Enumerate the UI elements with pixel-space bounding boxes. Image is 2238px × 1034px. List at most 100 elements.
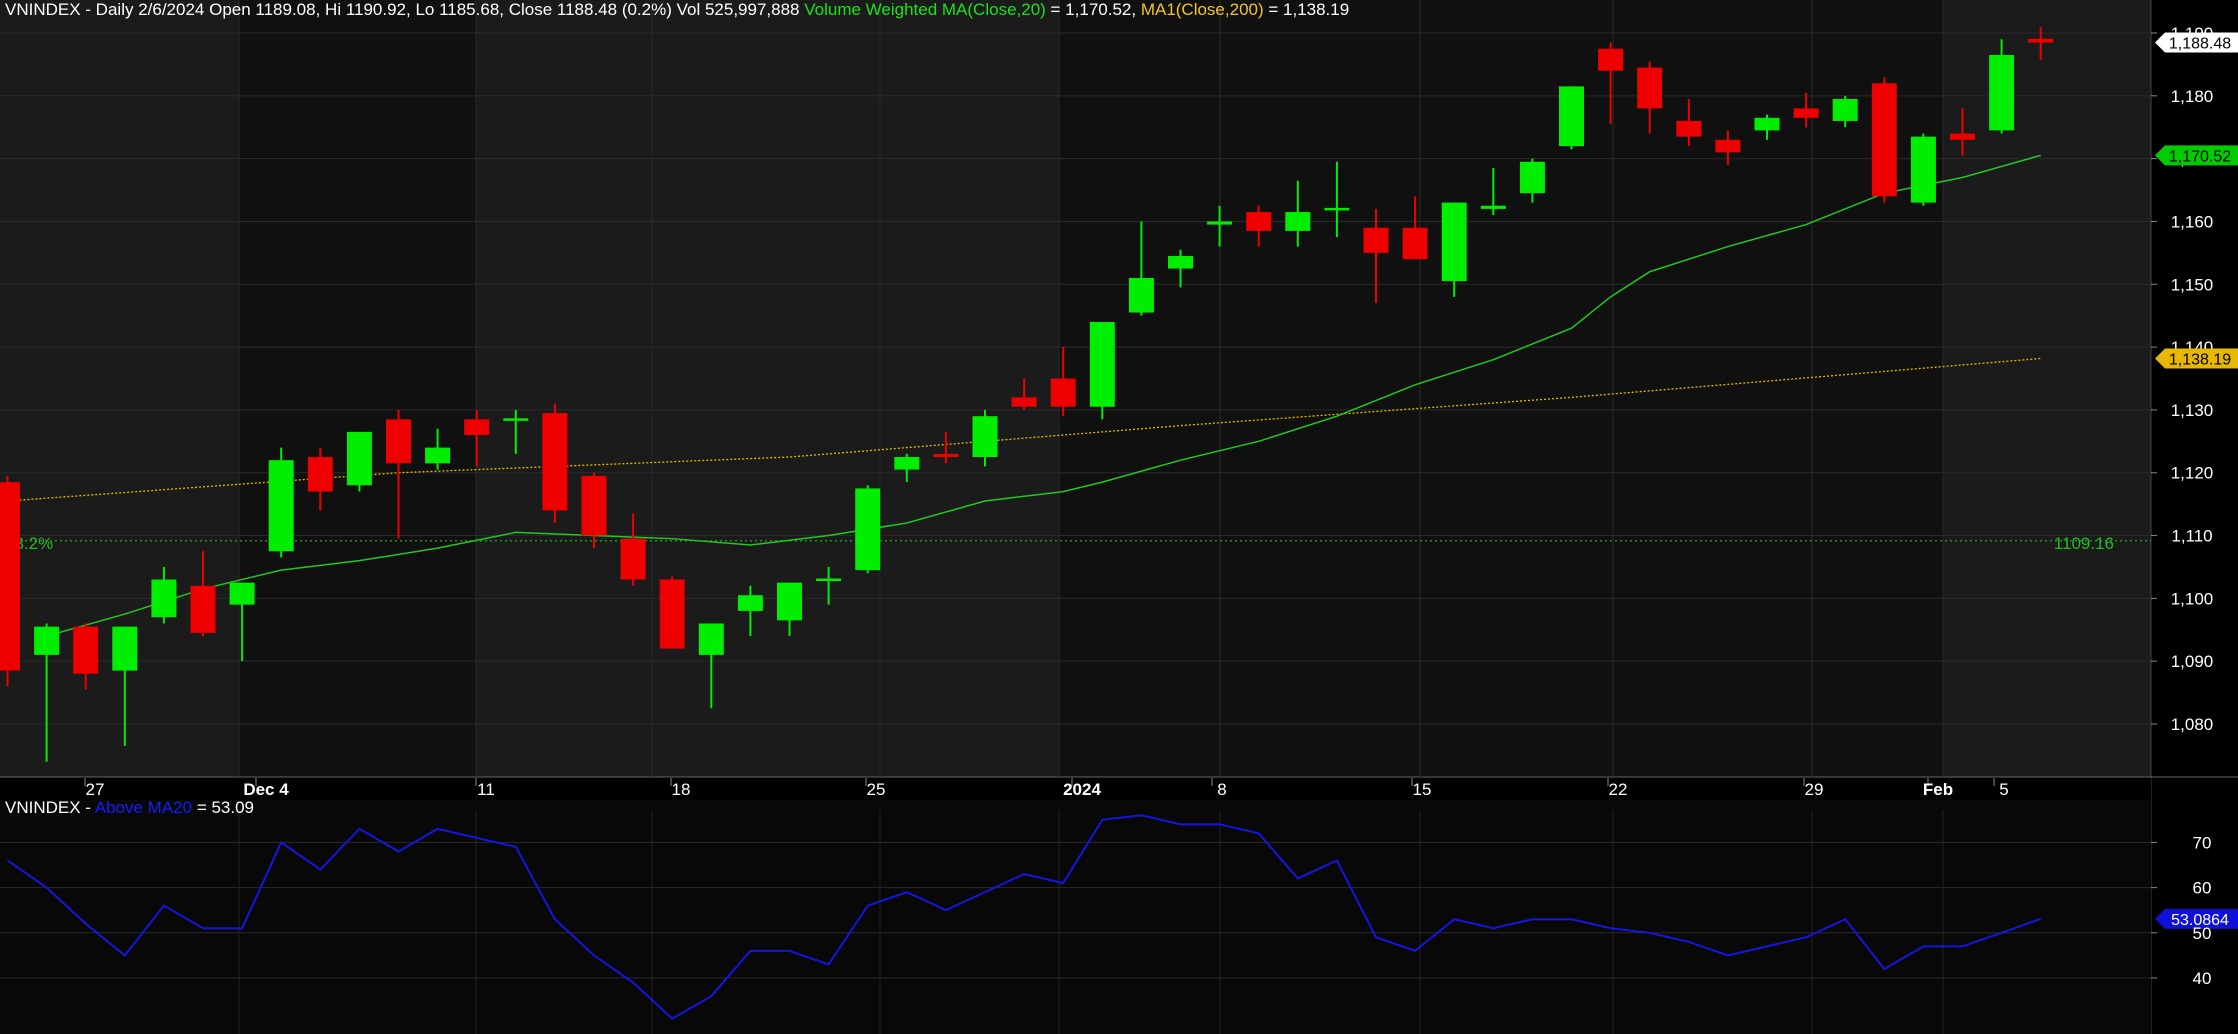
candle-body (425, 447, 451, 464)
month-stripe (1943, 0, 2151, 777)
candle-body (1089, 321, 1115, 407)
candle[interactable] (659, 576, 685, 649)
candle-body (1910, 136, 1936, 203)
candle-body (1441, 202, 1467, 282)
candle-body (1324, 207, 1350, 211)
candle-body (307, 457, 333, 492)
candle-body (894, 457, 920, 470)
breadth-legend-value: = 53.09 (192, 798, 255, 817)
candle-body (229, 582, 255, 605)
candle[interactable] (542, 403, 568, 523)
candle-body (1950, 133, 1975, 140)
candle-body (1871, 83, 1897, 197)
candle-body (1519, 161, 1545, 194)
price-tags: 1,188.48 1,170.52 1,138.19 (2155, 32, 2238, 369)
breadth-header-sep: - (80, 798, 95, 817)
price-tick-label: 1,100 (2171, 589, 2214, 608)
date-tick-label: 5 (1999, 780, 2008, 799)
candle-body (1168, 256, 1193, 269)
date-tick-label: 2024 (1063, 780, 1101, 799)
candle[interactable] (1871, 76, 1897, 203)
fib-right-label: 1109.16 (2054, 534, 2114, 553)
date-tick-label: 11 (477, 780, 495, 799)
candle[interactable] (855, 485, 881, 574)
candle-body (386, 419, 411, 464)
candle-body (1989, 54, 2015, 131)
candle[interactable] (1089, 321, 1115, 420)
last-price-tag-text: 1,188.48 (2169, 36, 2231, 53)
candle-body (346, 431, 372, 486)
candle-body (464, 419, 490, 436)
candle-body (1480, 205, 1506, 209)
chart-canvas[interactable]: 38.2% 1109.16 1,0801,0901,1001,1101,1201,… (0, 0, 2238, 1034)
candle-body (698, 623, 724, 655)
breadth-tick-label: 70 (2193, 833, 2212, 852)
candle[interactable] (1559, 86, 1584, 150)
breadth-panel-fill (0, 800, 2151, 1034)
header-symbol: VNINDEX (5, 0, 81, 19)
breadth-tick-label: 40 (2193, 969, 2212, 988)
vwma-legend-value: = 1,170.52, (1045, 0, 1141, 19)
candle-body (190, 585, 216, 633)
price-tick-label: 1,150 (2171, 275, 2214, 294)
price-tick-label: 1,130 (2171, 401, 2214, 420)
candle[interactable] (268, 447, 294, 558)
vwma-price-tag: 1,170.52 (2155, 145, 2238, 166)
date-axis[interactable]: 27 Dec 4 11 18 25 2024 8 15 22 29 Feb 5 (0, 778, 2151, 800)
breadth-header-symbol: VNINDEX (5, 798, 81, 817)
price-header: VNINDEX - Daily 2/6/2024 Open 1189.08, H… (5, 0, 1349, 20)
candle-body (972, 416, 998, 458)
candle-body (34, 626, 60, 655)
candle-body (620, 538, 646, 580)
candle-body (1637, 67, 1663, 109)
candle-body (1793, 108, 1819, 118)
date-tick-label: 29 (1805, 780, 1824, 799)
candle-body (1128, 277, 1154, 313)
date-tick-label: 27 (86, 780, 105, 799)
candle-body (933, 453, 959, 458)
ma200-legend-label: MA1(Close,200) (1140, 0, 1264, 19)
date-tick-label: 8 (1217, 780, 1226, 799)
candle-body (855, 488, 881, 571)
candle[interactable] (0, 475, 20, 687)
candle-body (1832, 98, 1858, 121)
breadth-tick-label: 50 (2193, 924, 2212, 943)
candle[interactable] (346, 431, 372, 492)
candle-body (1676, 120, 1702, 137)
candle-body (1207, 221, 1233, 225)
candle-body (151, 579, 177, 618)
price-tick-label: 1,110 (2171, 527, 2212, 546)
price-tick-label: 1,180 (2171, 87, 2214, 106)
date-tick-label: Feb (1923, 780, 1953, 799)
candle-body (581, 475, 607, 536)
candle-body (1559, 86, 1584, 147)
last-price-tag: 1,188.48 (2155, 32, 2238, 53)
price-tick-label: 1,090 (2171, 652, 2214, 671)
candle-body (503, 418, 529, 421)
vwma-legend-label: Volume Weighted MA(Close,20) (804, 0, 1046, 19)
candle-body (1598, 48, 1624, 71)
price-tick-label: 1,080 (2171, 715, 2214, 734)
candle-body (1246, 212, 1272, 231)
candle-body (1402, 227, 1428, 260)
ma200-price-tag-text: 1,138.19 (2169, 351, 2231, 368)
breadth-header: VNINDEX - Above MA20 = 53.09 (5, 798, 254, 818)
candle-body (268, 460, 294, 552)
candle-body (1363, 227, 1389, 253)
candle-body (816, 578, 842, 582)
price-tick-label: 1,120 (2171, 464, 2214, 483)
ma200-price-tag: 1,138.19 (2155, 348, 2238, 369)
candle[interactable] (1910, 133, 1936, 206)
ma200-legend-value: = 1,138.19 (1263, 0, 1350, 19)
candle-body (659, 579, 685, 649)
candle-body (737, 595, 763, 611)
candle-body (777, 582, 802, 621)
date-tick-label: 18 (672, 780, 691, 799)
candle-body (112, 626, 138, 671)
candle-body (1050, 378, 1076, 407)
date-tick-label: Dec 4 (243, 780, 289, 799)
price-axis[interactable]: 1,0801,0901,1001,1101,1201,1301,1401,150… (2151, 24, 2213, 734)
candle-body (1715, 139, 1741, 153)
candle-body (1285, 212, 1311, 231)
breadth-panel-background (0, 800, 2151, 1034)
